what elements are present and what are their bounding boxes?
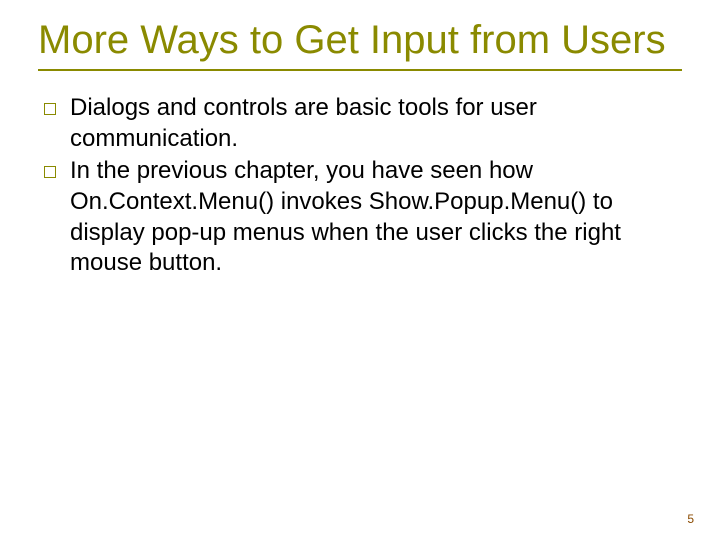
slide-body: Dialogs and controls are basic tools for… [38, 93, 682, 279]
square-bullet-icon [44, 166, 56, 178]
square-bullet-icon [44, 103, 56, 115]
page-number: 5 [687, 512, 694, 526]
bullet-item: Dialogs and controls are basic tools for… [44, 93, 662, 154]
bullet-text: In the previous chapter, you have seen h… [70, 156, 662, 279]
bullet-text: Dialogs and controls are basic tools for… [70, 93, 662, 154]
bullet-item: In the previous chapter, you have seen h… [44, 156, 662, 279]
slide-title: More Ways to Get Input from Users [38, 18, 682, 67]
title-underline [38, 69, 682, 71]
slide-container: More Ways to Get Input from Users Dialog… [0, 0, 720, 540]
